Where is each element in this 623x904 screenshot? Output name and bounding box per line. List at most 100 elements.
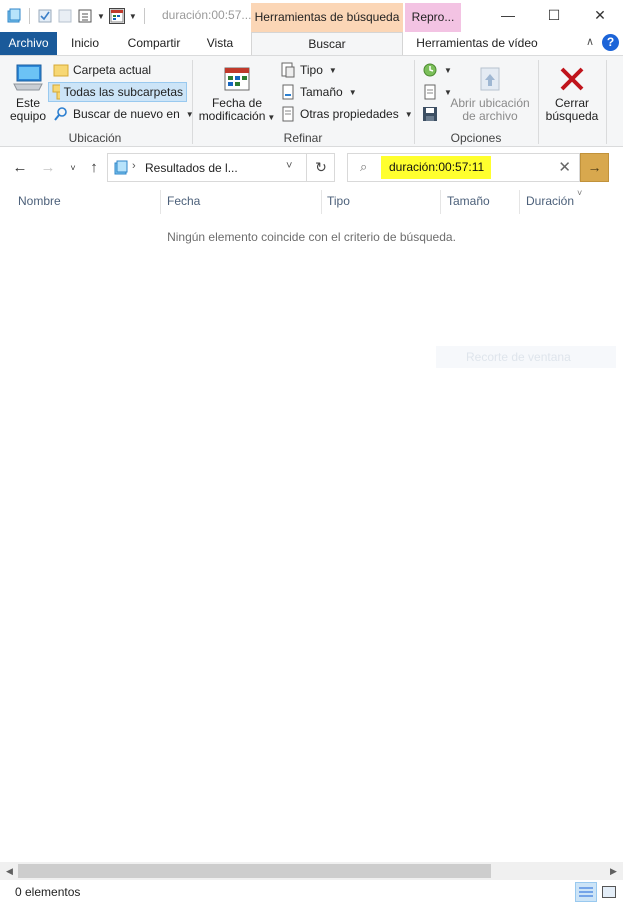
scroll-left-icon[interactable]: ◀	[1, 863, 18, 879]
window-title: duración:00:57...	[162, 8, 252, 22]
cerrar-label-2: búsqueda	[545, 109, 599, 123]
arrow-left-icon: ←	[12, 159, 28, 176]
save-icon	[423, 107, 437, 121]
group-label-ubicacion: Ubicación	[68, 131, 122, 145]
cerrar-busqueda-button[interactable]: Cerrar búsqueda	[541, 64, 603, 123]
chevron-down-icon: ▼	[348, 87, 357, 97]
group-cerrar: Cerrar búsqueda	[539, 56, 605, 147]
computer-icon	[13, 64, 43, 91]
chevron-down-icon[interactable]: ˅	[286, 160, 292, 172]
advanced-options-icon	[424, 84, 436, 100]
details-view-button[interactable]	[575, 882, 597, 902]
chevron-down-icon: ▼	[404, 109, 413, 119]
back-button[interactable]: ←	[10, 158, 30, 178]
scrollbar-thumb[interactable]	[18, 864, 491, 878]
column-divider[interactable]	[160, 190, 161, 214]
new-folder-icon[interactable]	[57, 8, 73, 24]
otras-propiedades-button[interactable]: Otras propiedades ▼	[277, 104, 416, 124]
tab-herramientas-video[interactable]: Herramientas de vídeo	[408, 32, 546, 55]
search-box[interactable]: ⌕ duración:00:57:11 ✕	[347, 153, 580, 182]
open-location-icon	[480, 67, 500, 91]
carpeta-actual-button[interactable]: Carpeta actual	[50, 60, 154, 80]
properties-icon	[282, 106, 294, 122]
help-icon[interactable]: ?	[602, 34, 619, 51]
tab-inicio[interactable]: Inicio	[58, 32, 112, 55]
search-again-icon	[54, 107, 67, 121]
group-refinar: Fecha de modificación ▼ Tipo ▼ Tamaño ▼ O…	[193, 56, 413, 147]
search-icon: ⌕	[360, 159, 368, 174]
separator	[143, 8, 145, 24]
up-button[interactable]: ↑	[84, 158, 104, 178]
tab-compartir[interactable]: Compartir	[113, 32, 195, 55]
column-header-tamano[interactable]: Tamaño	[447, 194, 490, 208]
close-button[interactable]: ✕	[577, 0, 623, 30]
context-tab-search-tools[interactable]: Herramientas de búsqueda	[251, 3, 403, 32]
calendar-icon[interactable]	[108, 8, 125, 24]
address-bar[interactable]: › Resultados de l... ˅ ↻	[107, 153, 335, 182]
faded-tooltip: Recorte de ventana	[436, 346, 616, 368]
search-results-icon	[114, 160, 128, 175]
este-equipo-button[interactable]: Este equipo	[6, 62, 50, 123]
tab-vista[interactable]: Vista	[196, 32, 244, 55]
chevron-down-icon[interactable]: ▼	[97, 12, 105, 21]
large-icons-view-button[interactable]	[598, 882, 620, 902]
tab-buscar[interactable]: Buscar	[251, 32, 403, 56]
collapse-ribbon-icon[interactable]: ∧	[586, 35, 594, 48]
column-header-tipo[interactable]: Tipo	[327, 194, 350, 208]
tipo-label: Tipo	[300, 63, 323, 77]
file-type-icon	[281, 62, 295, 78]
este-equipo-label-2: equipo	[9, 109, 47, 123]
horizontal-scrollbar[interactable]: ◀ ▶	[0, 862, 623, 880]
status-bar: 0 elementos	[0, 880, 623, 904]
column-header-nombre[interactable]: Nombre	[18, 194, 61, 208]
todas-subcarpetas-label: Todas las subcarpetas	[63, 85, 183, 99]
forward-button[interactable]: →	[38, 158, 58, 178]
column-divider[interactable]	[519, 190, 520, 214]
recent-searches-icon	[423, 63, 437, 77]
scroll-right-icon[interactable]: ▶	[605, 863, 622, 879]
clear-search-button[interactable]: ✕	[558, 158, 571, 176]
large-icons-view-icon	[602, 886, 616, 898]
maximize-button[interactable]: ☐	[531, 0, 577, 30]
context-tab-play[interactable]: Repro...	[405, 3, 461, 32]
arrow-right-icon: →	[587, 159, 602, 175]
tab-archivo[interactable]: Archivo	[0, 32, 57, 55]
group-label-refinar: Refinar	[283, 131, 323, 145]
fecha-label-2: modificación	[198, 109, 266, 123]
buscar-de-nuevo-button[interactable]: Buscar de nuevo en ▼	[50, 104, 197, 124]
ribbon: Este equipo Carpeta actual Todas las sub…	[0, 55, 623, 147]
column-divider[interactable]	[321, 190, 322, 214]
column-header-duracion[interactable]: Duración	[526, 194, 574, 208]
tipo-button[interactable]: Tipo ▼	[277, 60, 340, 80]
breadcrumb[interactable]: Resultados de l...	[145, 161, 238, 175]
customize-qat-chevron-icon[interactable]: ▼	[129, 12, 137, 21]
todas-subcarpetas-button[interactable]: Todas las subcarpetas	[48, 82, 187, 102]
folder-icon	[53, 64, 69, 77]
properties-icon[interactable]	[37, 8, 53, 24]
abrir-ubicacion-button[interactable]: Abrir ubicación de archivo	[449, 64, 531, 123]
empty-results-message: Ningún elemento coincide con el criterio…	[167, 230, 456, 244]
quick-access-toolbar: ▼ ▼	[6, 5, 148, 27]
recent-locations-button[interactable]: ˅	[63, 158, 83, 178]
fecha-modificacion-button[interactable]: Fecha de modificación ▼	[197, 64, 277, 124]
group-separator	[606, 60, 607, 144]
breadcrumb-chevron-icon[interactable]: ›	[132, 160, 136, 172]
view-options-icon[interactable]	[77, 8, 93, 24]
column-divider[interactable]	[440, 190, 441, 214]
close-icon: ✕	[594, 6, 606, 23]
search-input[interactable]: duración:00:57:11	[381, 156, 491, 179]
title-bar: ▼ ▼ duración:00:57... Herramientas de bú…	[0, 0, 623, 32]
group-ubicacion: Este equipo Carpeta actual Todas las sub…	[0, 56, 194, 147]
column-header-fecha[interactable]: Fecha	[167, 194, 200, 208]
save-search-button[interactable]	[419, 104, 441, 124]
minimize-button[interactable]: —	[485, 0, 531, 30]
tamano-button[interactable]: Tamaño ▼	[277, 82, 360, 102]
refresh-button[interactable]: ↻	[306, 154, 335, 181]
tamano-label: Tamaño	[300, 85, 343, 99]
calendar-icon	[224, 67, 250, 91]
arrow-up-icon: ↑	[90, 159, 98, 176]
search-go-button[interactable]: →	[580, 153, 609, 182]
maximize-icon: ☐	[547, 6, 561, 23]
chevron-down-icon: ˅	[70, 163, 76, 173]
explorer-window-icon[interactable]	[6, 8, 22, 24]
